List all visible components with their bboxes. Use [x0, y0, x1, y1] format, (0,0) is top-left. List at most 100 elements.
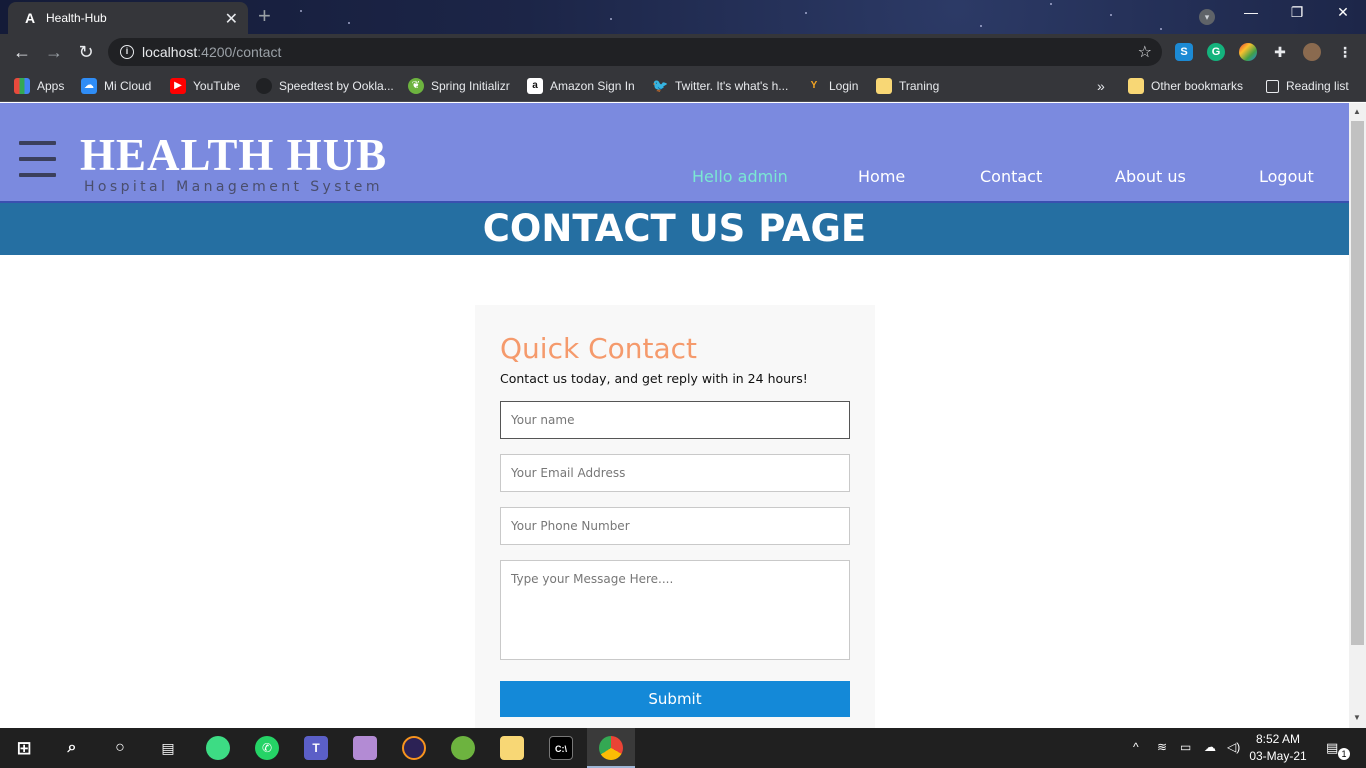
site-info-icon[interactable]: i — [120, 45, 134, 59]
teams-icon[interactable]: T — [304, 736, 328, 760]
close-tab-icon[interactable]: ✕ — [225, 9, 238, 29]
background-star — [610, 18, 612, 20]
reading-list-button[interactable]: Reading list — [1266, 76, 1349, 96]
contact-form-heading: Quick Contact — [500, 332, 698, 365]
contact-form-card: Quick Contact Contact us today, and get … — [475, 305, 875, 728]
bookmark-label: Spring Initializr — [431, 79, 510, 93]
restore-window-button[interactable]: ❐ — [1277, 4, 1317, 21]
web-page: HEALTH HUB Hospital Management System He… — [0, 103, 1349, 728]
background-star — [300, 10, 302, 12]
tab-title: Health-Hub — [46, 11, 107, 25]
contact-form-lead: Contact us today, and get reply with in … — [500, 371, 808, 386]
page-title-band: CONTACT US PAGE — [0, 201, 1349, 255]
bookmark-spring-initializr[interactable]: ❦ Spring Initializr — [408, 76, 510, 96]
youtube-icon: ▶ — [170, 78, 186, 94]
spring-tool-suite-icon[interactable] — [451, 736, 475, 760]
submit-button[interactable]: Submit — [500, 681, 850, 717]
extensions-puzzle-icon[interactable]: ✚ — [1271, 43, 1289, 61]
nav-greeting: Hello admin — [692, 167, 788, 186]
color-extension-icon[interactable] — [1239, 43, 1257, 61]
system-clock[interactable]: 8:52 AM 03-May-21 — [1248, 731, 1308, 765]
notes-app-icon[interactable] — [353, 736, 377, 760]
browser-tab-strip: A Health-Hub ✕ + ▾ — ❐ ✕ — [0, 0, 1366, 34]
volume-icon[interactable]: ◁) — [1227, 740, 1240, 754]
apps-grid-icon — [14, 78, 30, 94]
bookmark-label: Mi Cloud — [104, 79, 152, 93]
background-star — [805, 12, 807, 14]
chrome-icon[interactable] — [599, 736, 623, 760]
address-bar[interactable]: i localhost:4200/contact ☆ — [108, 38, 1162, 66]
battery-icon[interactable]: ▭ — [1180, 740, 1191, 754]
file-explorer-icon[interactable] — [500, 736, 524, 760]
scroll-up-arrow-icon[interactable]: ▲ — [1353, 107, 1361, 116]
windows-start-icon[interactable]: ⊞ — [12, 736, 36, 760]
phone-input[interactable] — [500, 507, 850, 545]
name-input[interactable] — [500, 401, 850, 439]
bookmark-amazon[interactable]: a Amazon Sign In — [527, 76, 635, 96]
nav-logout-link[interactable]: Logout — [1259, 167, 1314, 186]
page-scrollbar[interactable]: ▲ ▼ — [1349, 103, 1366, 728]
other-bookmarks-folder[interactable]: Other bookmarks — [1128, 76, 1243, 96]
message-textarea[interactable] — [500, 560, 850, 660]
show-hidden-icons-icon[interactable]: ^ — [1133, 740, 1139, 754]
tab-search-icon[interactable]: ▾ — [1199, 9, 1215, 25]
bookmark-twitter[interactable]: 🐦 Twitter. It's what's h... — [652, 76, 788, 96]
angular-favicon-icon: A — [24, 10, 36, 26]
more-bookmarks-button[interactable]: » — [1097, 76, 1105, 96]
bookmark-label: Login — [829, 79, 859, 93]
scrollbar-thumb[interactable] — [1351, 121, 1364, 645]
speedtest-icon — [256, 78, 272, 94]
task-view-icon[interactable]: ▤ — [156, 736, 180, 760]
bookmark-mi-cloud[interactable]: ☁ Mi Cloud — [81, 76, 151, 96]
bookmark-label: Reading list — [1286, 79, 1349, 93]
minimize-window-button[interactable]: — — [1231, 4, 1271, 20]
action-center-icon[interactable]: ▤ — [1326, 740, 1338, 756]
bookmark-folder-traning[interactable]: Traning — [876, 76, 939, 96]
profile-avatar[interactable] — [1303, 43, 1321, 61]
onedrive-icon[interactable]: ☁ — [1204, 740, 1216, 754]
close-window-button[interactable]: ✕ — [1323, 4, 1363, 21]
twitter-icon: 🐦 — [652, 78, 669, 93]
command-prompt-icon[interactable]: C:\ — [549, 736, 573, 760]
wifi-icon[interactable]: ≋ — [1157, 740, 1167, 754]
browser-menu-icon[interactable]: ⋮ — [1336, 43, 1354, 61]
bookmark-star-icon[interactable]: ☆ — [1138, 42, 1152, 62]
scroll-down-arrow-icon[interactable]: ▼ — [1353, 713, 1361, 722]
nav-about-link[interactable]: About us — [1115, 167, 1186, 186]
clock-time: 8:52 AM — [1255, 732, 1301, 746]
nav-contact-link[interactable]: Contact — [980, 167, 1042, 186]
email-input[interactable] — [500, 454, 850, 492]
reading-list-icon — [1266, 79, 1279, 93]
android-studio-icon[interactable] — [206, 736, 230, 760]
back-button[interactable]: ← — [10, 40, 34, 64]
bookmark-login[interactable]: Y Login — [806, 76, 859, 96]
browser-tab-active[interactable]: A Health-Hub ✕ — [8, 2, 248, 34]
background-star — [1110, 14, 1112, 16]
login-icon: Y — [810, 80, 818, 91]
bookmark-speedtest[interactable]: Speedtest by Ookla... — [256, 76, 394, 96]
hamburger-menu-icon[interactable] — [19, 141, 56, 177]
brand-subtitle: Hospital Management System — [84, 179, 383, 195]
bookmark-apps[interactable]: Apps — [14, 76, 64, 96]
grammarly-icon[interactable]: G — [1207, 43, 1225, 61]
url-path: :4200/contact — [197, 44, 282, 60]
nav-home-link[interactable]: Home — [858, 167, 905, 186]
cortana-icon[interactable]: ○ — [108, 736, 132, 760]
folder-icon — [1128, 78, 1144, 94]
whatsapp-icon[interactable]: ✆ — [255, 736, 279, 760]
search-icon[interactable]: ⌕ — [60, 736, 84, 760]
background-star — [980, 25, 982, 27]
forward-button[interactable]: → — [42, 40, 66, 64]
site-brand[interactable]: HEALTH HUB Hospital Management System — [80, 131, 387, 195]
new-tab-button[interactable]: + — [258, 4, 271, 28]
eclipse-icon[interactable] — [402, 736, 426, 760]
bookmark-label: Other bookmarks — [1151, 79, 1244, 93]
bookmark-label: YouTube — [193, 79, 241, 93]
folder-icon — [876, 78, 892, 94]
amazon-icon: a — [527, 78, 543, 94]
site-header: HEALTH HUB Hospital Management System He… — [0, 103, 1349, 201]
bookmark-youtube[interactable]: ▶ YouTube — [170, 76, 240, 96]
reload-button[interactable]: ↻ — [74, 40, 98, 64]
bookmark-label: Amazon Sign In — [550, 79, 635, 93]
extension-s-icon[interactable]: S — [1175, 43, 1193, 61]
